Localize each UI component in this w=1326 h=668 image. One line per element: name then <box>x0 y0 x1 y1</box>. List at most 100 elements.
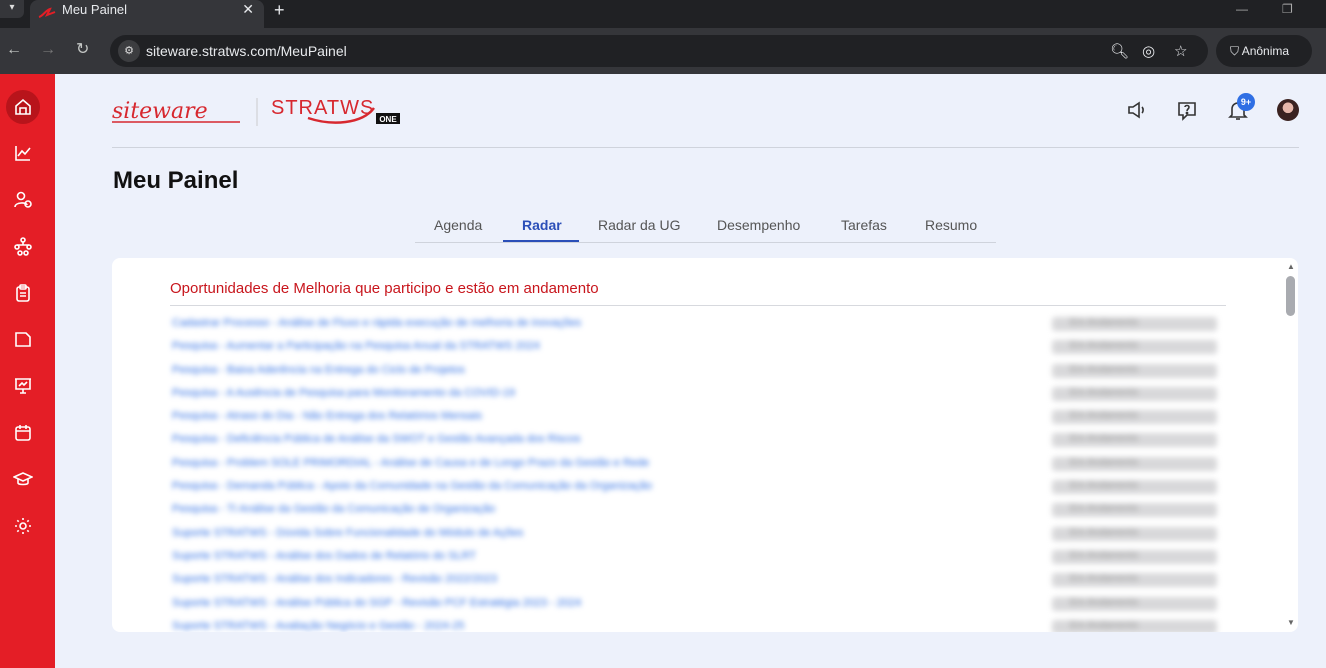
scroll-down-arrow-icon[interactable]: ▼ <box>1287 618 1295 627</box>
active-tab-indicator <box>503 240 579 242</box>
list-item: Pesquisa - Demanda Pública - Apoio da Co… <box>172 477 1222 500</box>
list-item: Cadastrar Processo - Análise de Fluxo e … <box>172 314 1222 337</box>
profile-label: Anônima <box>1241 44 1290 58</box>
opportunity-link[interactable]: Suporte STRATWS - Avaliação Negócio e Ge… <box>172 620 464 632</box>
list-item: Pesquisa - TI Análise da Gestão da Comun… <box>172 500 1222 523</box>
status-badge: Em Andamento <box>1052 340 1217 355</box>
status-badge: Em Andamento <box>1052 573 1217 588</box>
status-badge: Em Andamento <box>1052 410 1217 425</box>
opportunity-link[interactable]: Pesquisa - Deficiência Pública de Anális… <box>172 433 581 445</box>
nav-clipboard-icon[interactable] <box>6 276 40 310</box>
nav-graduation-icon[interactable] <box>6 462 40 496</box>
notifications-badge: 9+ <box>1237 93 1255 111</box>
tab-search-button[interactable]: ▾ <box>0 0 24 18</box>
list-item: Suporte STRATWS - Análise dos Dados de R… <box>172 547 1222 570</box>
header-divider <box>112 147 1299 148</box>
siteware-stratws-logo[interactable]: siteware STRATWS ONE <box>112 96 402 130</box>
opportunity-link[interactable]: Pesquisa - Baixa Aderência na Entrega do… <box>172 364 465 376</box>
nav-home-icon[interactable] <box>6 90 40 124</box>
minimize-icon[interactable]: — <box>1236 2 1248 16</box>
list-item: Pesquisa - Atraso do Dia - Não Entrega d… <box>172 407 1222 430</box>
scrollbar-thumb[interactable] <box>1286 276 1295 316</box>
tab-radar[interactable]: Radar <box>522 217 562 233</box>
list-item: Pesquisa - A Ausência de Pesquisa para M… <box>172 384 1222 407</box>
status-badge: Em Andamento <box>1052 596 1217 611</box>
opportunity-link[interactable]: Cadastrar Processo - Análise de Fluxo e … <box>172 317 581 329</box>
eye-off-icon[interactable]: ◎ <box>1142 42 1155 60</box>
siteware-favicon <box>38 7 56 18</box>
status-badge: Em Andamento <box>1052 549 1217 564</box>
forward-icon[interactable]: → <box>40 40 56 60</box>
tab-resumo[interactable]: Resumo <box>925 217 977 233</box>
opportunity-link[interactable]: Pesquisa - Aumentar a Participação na Pe… <box>172 340 540 352</box>
list-item: Pesquisa - Problem SOLE PRIMORDIAL - Aná… <box>172 454 1222 477</box>
list-item: Pesquisa - Deficiência Pública de Anális… <box>172 430 1222 453</box>
nav-settings-icon[interactable] <box>6 509 40 543</box>
tab-tarefas[interactable]: Tarefas <box>841 217 887 233</box>
site-info-icon[interactable]: ⚙ <box>118 40 140 62</box>
status-badge: Em Andamento <box>1052 363 1217 378</box>
nav-user-check-icon[interactable] <box>6 183 40 217</box>
user-avatar[interactable] <box>1277 99 1299 121</box>
side-navigation <box>0 74 55 668</box>
section-divider <box>170 305 1226 306</box>
announcement-icon[interactable] <box>1125 98 1151 124</box>
opportunities-list: Cadastrar Processo - Análise de Fluxo e … <box>172 314 1222 632</box>
help-icon[interactable] <box>1175 98 1201 124</box>
opportunity-link[interactable]: Pesquisa - A Ausência de Pesquisa para M… <box>172 387 515 399</box>
radar-card: Oportunidades de Melhoria que participo … <box>112 258 1298 632</box>
incognito-profile-button[interactable]: ⛉ Anônima <box>1216 35 1312 67</box>
new-tab-button[interactable]: + <box>274 0 285 21</box>
status-badge: Em Andamento <box>1052 456 1217 471</box>
url-text[interactable]: siteware.stratws.com/MeuPainel <box>146 43 347 59</box>
browser-tab[interactable]: Meu Painel ✕ <box>30 0 264 28</box>
reload-icon[interactable]: ↻ <box>76 40 89 60</box>
browser-toolbar: ← → ↻ ⚙ siteware.stratws.com/MeuPainel 🔍… <box>0 28 1326 74</box>
browser-tab-strip: ▾ Meu Painel ✕ + — ❐ <box>0 0 1326 28</box>
status-badge: Em Andamento <box>1052 386 1217 401</box>
nav-folder-icon[interactable] <box>6 322 40 356</box>
status-badge: Em Andamento <box>1052 526 1217 541</box>
opportunity-link[interactable]: Pesquisa - TI Análise da Gestão da Comun… <box>172 503 495 515</box>
dashboard-tabs: Agenda Radar Radar da UG Desempenho Tare… <box>415 212 996 243</box>
incognito-icon: ⛉ <box>1230 44 1242 58</box>
tab-desempenho[interactable]: Desempenho <box>717 217 800 233</box>
opportunity-link[interactable]: Suporte STRATWS - Análise Pública do SGP… <box>172 597 581 609</box>
opportunity-link[interactable]: Pesquisa - Demanda Pública - Apoio da Co… <box>172 480 652 492</box>
tab-agenda[interactable]: Agenda <box>434 217 482 233</box>
nav-chart-icon[interactable] <box>6 136 40 170</box>
list-item: Pesquisa - Baixa Aderência na Entrega do… <box>172 361 1222 384</box>
status-badge: Em Andamento <box>1052 317 1217 331</box>
status-badge: Em Andamento <box>1052 503 1217 518</box>
tab-title: Meu Painel <box>62 2 128 17</box>
logo-siteware-text: siteware <box>112 99 208 124</box>
list-item: Suporte STRATWS - Análise Pública do SGP… <box>172 594 1222 617</box>
nav-calendar-icon[interactable] <box>6 416 40 450</box>
nav-org-icon[interactable] <box>6 229 40 263</box>
tab-radar-da-ug[interactable]: Radar da UG <box>598 217 680 233</box>
opportunity-link[interactable]: Suporte STRATWS - Dúvida Sobre Funcional… <box>172 527 523 539</box>
opportunity-link[interactable]: Suporte STRATWS - Análise dos Indicadore… <box>172 573 497 585</box>
back-icon[interactable]: ← <box>6 40 22 60</box>
opportunity-link[interactable]: Pesquisa - Problem SOLE PRIMORDIAL - Aná… <box>172 457 649 469</box>
list-item: Suporte STRATWS - Análise dos Indicadore… <box>172 570 1222 593</box>
opportunity-link[interactable]: Pesquisa - Atraso do Dia - Não Entrega d… <box>172 410 482 422</box>
status-badge: Em Andamento <box>1052 619 1217 632</box>
nav-presentation-icon[interactable] <box>6 369 40 403</box>
list-item: Suporte STRATWS - Avaliação Negócio e Ge… <box>172 617 1222 632</box>
status-badge: Em Andamento <box>1052 480 1217 495</box>
scroll-up-arrow-icon[interactable]: ▲ <box>1287 262 1295 271</box>
zoom-icon[interactable]: 🔍︎ <box>1110 42 1129 60</box>
opportunity-link[interactable]: Suporte STRATWS - Análise dos Dados de R… <box>172 550 476 562</box>
list-item: Pesquisa - Aumentar a Participação na Pe… <box>172 337 1222 360</box>
logo-one-badge: ONE <box>379 115 397 124</box>
restore-icon[interactable]: ❐ <box>1282 2 1293 16</box>
list-item: Suporte STRATWS - Dúvida Sobre Funcional… <box>172 524 1222 547</box>
page-title: Meu Painel <box>113 167 239 194</box>
bookmark-star-icon[interactable]: ☆ <box>1174 42 1187 60</box>
address-bar[interactable]: ⚙ siteware.stratws.com/MeuPainel 🔍︎ ◎ ☆ <box>110 35 1208 67</box>
section-title: Oportunidades de Melhoria que participo … <box>170 280 599 297</box>
status-badge: Em Andamento <box>1052 433 1217 448</box>
tab-close-icon[interactable]: ✕ <box>242 1 254 18</box>
logo-stratws-text: STRATWS <box>271 97 374 119</box>
